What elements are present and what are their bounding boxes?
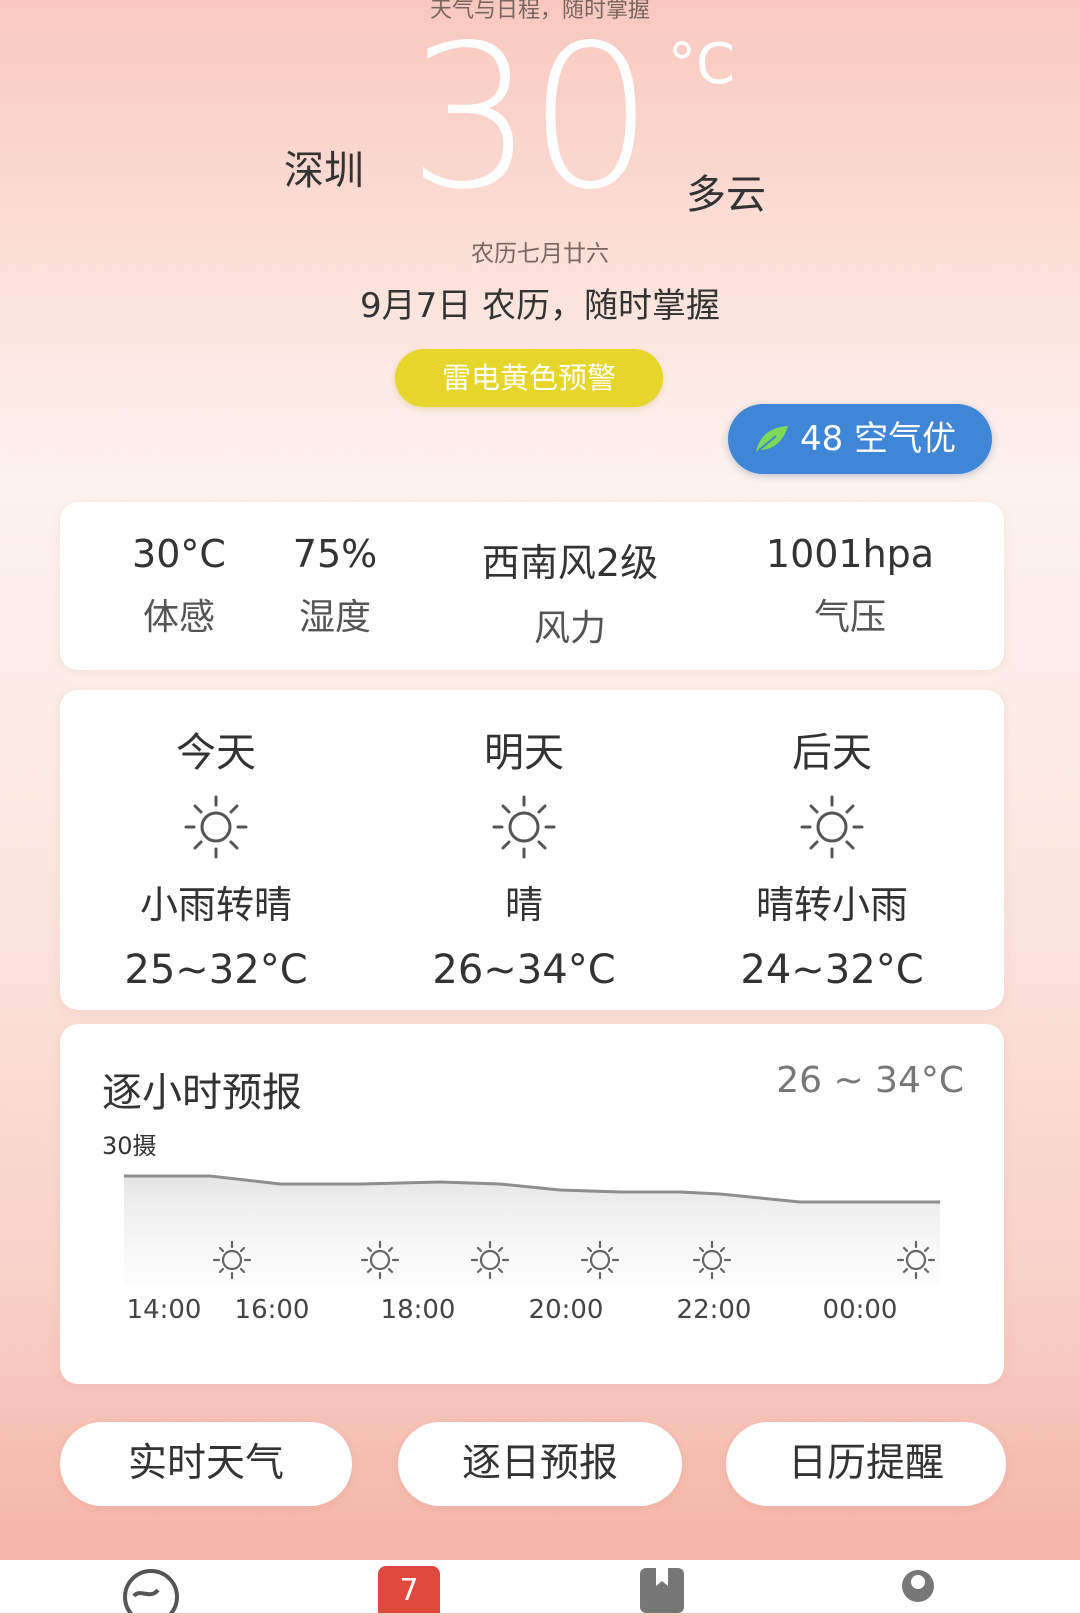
bookmark-tab-icon[interactable] [636, 1566, 688, 1613]
forecast-condition: 晴 [504, 883, 543, 927]
realtime-weather-button[interactable]: 实时天气 [60, 1422, 352, 1506]
leaf-icon [756, 426, 788, 452]
hour-label: 14:00 [127, 1295, 202, 1325]
stat-value: 西南风2级 [481, 541, 659, 585]
stat-label: 风力 [533, 608, 606, 649]
forecast-range: 25~32°C [124, 947, 308, 993]
air-quality-badge[interactable]: 48 空气优 [728, 404, 992, 474]
stat-value: 75% [292, 532, 378, 576]
sun-icon [682, 792, 982, 862]
hour-label: 22:00 [677, 1295, 752, 1325]
calendar-reminder-button[interactable]: 日历提醒 [726, 1422, 1006, 1506]
bottom-tab-bar: 7 [0, 1560, 1080, 1613]
forecast-day: 今天 [176, 730, 256, 776]
stat-feels-like: 30°C 体感 [104, 532, 254, 640]
forecast-day: 后天 [792, 730, 872, 776]
air-quality-text: 48 空气优 [800, 419, 957, 459]
lunar-date: 农历七月廿六 [471, 241, 609, 267]
forecast-condition: 晴转小雨 [755, 883, 908, 927]
forecast-condition: 小雨转晴 [139, 883, 292, 927]
hour-label: 00:00 [823, 1295, 898, 1325]
daily-forecast-button[interactable]: 逐日预报 [398, 1422, 682, 1506]
forecast-range: 24~32°C [740, 947, 924, 993]
stat-humidity: 75% 湿度 [270, 532, 400, 640]
calendar-tab-icon[interactable]: 7 [378, 1566, 440, 1613]
hourly-forecast-card[interactable]: 逐小时预报 26 ~ 34°C 30摄 14:00 16:00 18:00 20… [60, 1024, 1004, 1384]
weather-tab-icon[interactable] [120, 1566, 182, 1613]
stat-pressure: 1001hpa 气压 [740, 532, 960, 640]
three-day-forecast-card: 今天 小雨转晴 25~32°C 明天 晴 26~34°C 后天 晴转小雨 24~… [60, 690, 1004, 1010]
hourly-chart: 30摄 14:00 16:00 18:00 20:00 22:00 00:00 [102, 1132, 940, 1325]
weather-alert-badge[interactable]: 雷电黄色预警 [395, 349, 663, 407]
temperature-unit: °C [668, 32, 736, 97]
forecast-day-after[interactable]: 后天 晴转小雨 24~32°C [682, 720, 982, 993]
stat-label: 湿度 [298, 597, 371, 638]
current-stats-card: 30°C 体感 75% 湿度 西南风2级 风力 1001hpa 气压 [60, 502, 1004, 670]
y-axis-label: 30摄 [102, 1132, 157, 1160]
stat-value: 1001hpa [765, 532, 935, 576]
current-condition: 多云 [686, 172, 766, 218]
forecast-range: 26~34°C [432, 947, 616, 993]
stat-label: 体感 [142, 597, 215, 638]
forecast-day: 明天 [484, 730, 564, 776]
temperature-area [124, 1176, 940, 1284]
city-name[interactable]: 深圳 [284, 138, 364, 196]
stat-wind: 西南风2级 风力 [450, 532, 690, 651]
current-temperature: 30 [408, 2, 654, 233]
date-line: 9月7日 农历，随时掌握 [359, 286, 721, 326]
forecast-tomorrow[interactable]: 明天 晴 26~34°C [374, 720, 674, 993]
hour-label: 20:00 [529, 1295, 604, 1325]
hour-label: 18:00 [381, 1295, 456, 1325]
hour-label: 16:00 [235, 1295, 310, 1325]
stat-value: 30°C [132, 532, 226, 576]
stat-label: 气压 [813, 597, 886, 638]
sun-icon [374, 792, 674, 862]
profile-tab-icon[interactable] [896, 1566, 940, 1613]
forecast-today[interactable]: 今天 小雨转晴 25~32°C [66, 720, 366, 993]
calendar-tab-day: 7 [378, 1566, 440, 1613]
sun-icon [66, 792, 366, 862]
